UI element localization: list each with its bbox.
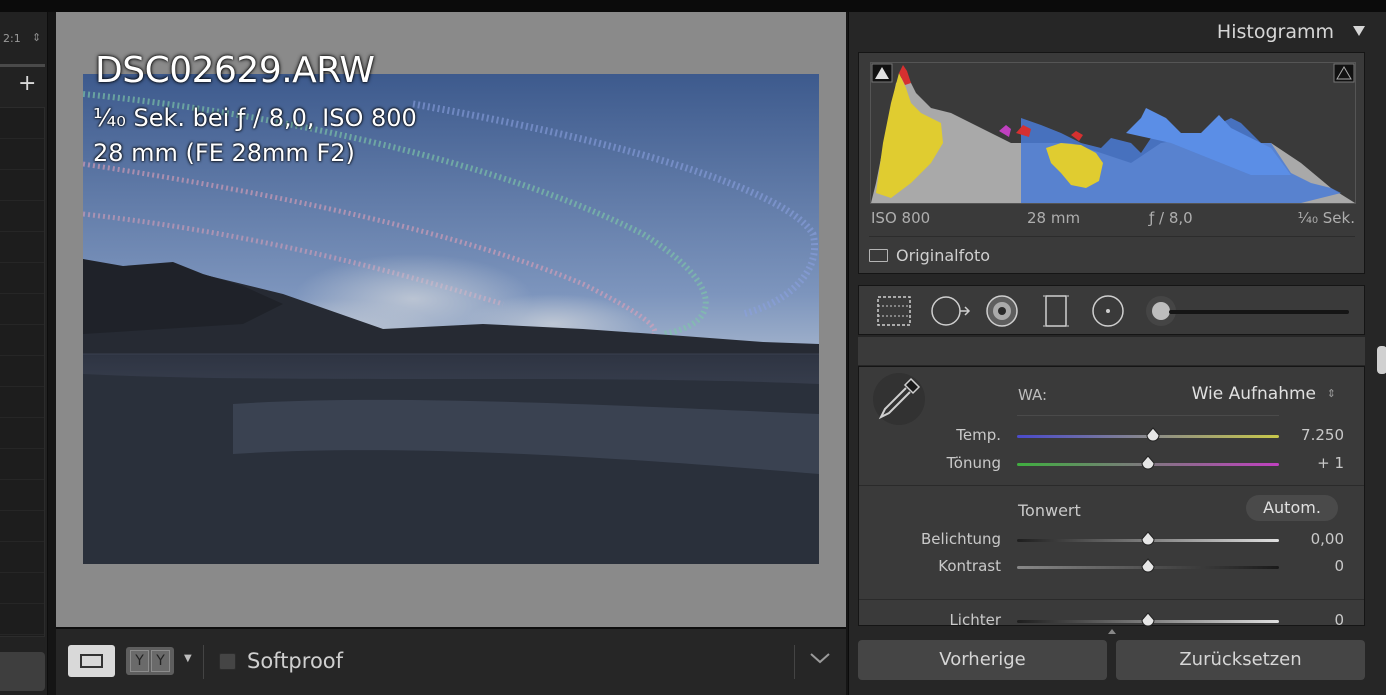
exposure-label: Belichtung [920, 530, 1001, 548]
toolbar-divider-right [794, 645, 795, 679]
softproof-checkbox[interactable] [219, 653, 236, 670]
highlights-value[interactable]: 0 [1334, 611, 1344, 629]
right-panel-scrollbar[interactable] [1377, 346, 1386, 374]
contrast-slider-row[interactable]: Kontrast 0 [859, 556, 1364, 580]
contrast-slider-thumb[interactable] [1141, 558, 1155, 574]
histogram-shutter: ¹⁄₄₀ Sek. [1297, 209, 1355, 227]
eyedropper-icon [878, 377, 921, 420]
loupe-view[interactable]: DSC02629.ARW ¹⁄₄₀ Sek. bei ƒ / 8,0, ISO … [56, 12, 846, 627]
originalfoto-checkbox[interactable] [869, 249, 888, 262]
compare-view-button[interactable]: Y Y [126, 647, 174, 675]
histogram-graph[interactable] [870, 62, 1356, 204]
basic-panel: WA: Wie Aufnahme ⇕ Temp. 7.250 Tönung + … [858, 366, 1365, 629]
temp-value[interactable]: 7.250 [1301, 426, 1344, 444]
white-balance-label: WA: [1018, 386, 1048, 404]
histogram-title[interactable]: Histogramm [1217, 21, 1334, 43]
brush-size-slider[interactable] [1169, 310, 1349, 314]
tool-strip [858, 285, 1365, 335]
previous-button[interactable]: Vorherige [858, 640, 1107, 680]
photo-lens-info: 28 mm (FE 28mm F2) [93, 139, 355, 167]
spot-removal-icon[interactable] [929, 294, 975, 328]
temp-label: Temp. [956, 426, 1001, 444]
compare-left-icon: Y [130, 650, 149, 672]
panel-grip-icon[interactable] [1108, 629, 1116, 634]
toolbar-menu-chevron-icon[interactable] [809, 651, 831, 665]
tint-value[interactable]: + 1 [1317, 454, 1344, 472]
basic-panel-scrolled-header [858, 337, 1365, 365]
white-balance-selector[interactable] [873, 373, 925, 425]
exposure-value[interactable]: 0,00 [1311, 530, 1344, 548]
temp-slider-row[interactable]: Temp. 7.250 [859, 425, 1364, 449]
tint-slider-thumb[interactable] [1141, 455, 1155, 471]
tint-slider-row[interactable]: Tönung + 1 [859, 453, 1364, 477]
originalfoto-label[interactable]: Originalfoto [896, 246, 990, 265]
white-balance-divider [1017, 415, 1279, 416]
bottom-toolbar: Y Y ▼ Softproof [56, 627, 846, 695]
crop-overlay-icon[interactable] [875, 294, 913, 328]
graduated-filter-icon[interactable] [1041, 294, 1071, 328]
right-panel: Histogramm ISO 800 28 mm ƒ / 8,0 ¹⁄₄₀ Se… [848, 12, 1386, 695]
left-divider [0, 64, 45, 67]
highlights-divider [859, 599, 1364, 600]
top-bar [0, 0, 1386, 12]
contrast-label: Kontrast [938, 557, 1001, 575]
contrast-value[interactable]: 0 [1334, 557, 1344, 575]
tone-label: Tonwert [1018, 501, 1081, 520]
temp-slider-thumb[interactable] [1146, 427, 1160, 443]
photo-filename: DSC02629.ARW [95, 50, 375, 91]
exposure-slider-row[interactable]: Belichtung 0,00 [859, 529, 1364, 553]
histogram-header[interactable]: Histogramm [849, 12, 1374, 52]
left-panel: 2:1 ⇕ + [0, 12, 48, 695]
softproof-label[interactable]: Softproof [247, 649, 343, 673]
highlights-label: Lichter [949, 611, 1001, 629]
view-menu-arrow-icon[interactable]: ▼ [184, 653, 192, 664]
compare-right-icon: Y [151, 650, 170, 672]
white-balance-select[interactable]: Wie Aufnahme [1192, 384, 1316, 404]
photo-exposure-info: ¹⁄₄₀ Sek. bei ƒ / 8,0, ISO 800 [93, 104, 417, 132]
red-eye-icon[interactable] [984, 294, 1020, 328]
updown-stepper-icon[interactable]: ⇕ [32, 31, 41, 44]
histogram-aperture: ƒ / 8,0 [1149, 209, 1193, 227]
tone-divider [859, 485, 1364, 486]
collapse-triangle-icon[interactable] [1352, 24, 1366, 38]
histogram-panel: ISO 800 28 mm ƒ / 8,0 ¹⁄₄₀ Sek. Original… [858, 52, 1365, 274]
zoom-ratio-label[interactable]: 2:1 [3, 32, 21, 45]
scrolled-header-text [872, 337, 877, 347]
exposure-slider-thumb[interactable] [1141, 531, 1155, 547]
toolbar-divider [203, 645, 204, 679]
loupe-view-icon [80, 654, 103, 668]
histogram-iso: ISO 800 [871, 209, 931, 227]
histogram-divider [869, 236, 1355, 237]
tint-label: Tönung [946, 454, 1001, 472]
left-panel-button[interactable] [0, 652, 45, 691]
radial-filter-icon[interactable] [1091, 294, 1125, 328]
loupe-view-button[interactable] [68, 645, 115, 677]
left-panel-list[interactable] [0, 107, 45, 637]
highlights-slider-thumb[interactable] [1141, 612, 1155, 628]
add-icon[interactable]: + [18, 73, 36, 95]
updown-stepper-icon[interactable]: ⇕ [1327, 387, 1336, 400]
histogram-focal-length: 28 mm [1027, 209, 1081, 227]
auto-tone-button[interactable]: Autom. [1246, 495, 1338, 521]
reset-button[interactable]: Zurücksetzen [1116, 640, 1365, 680]
